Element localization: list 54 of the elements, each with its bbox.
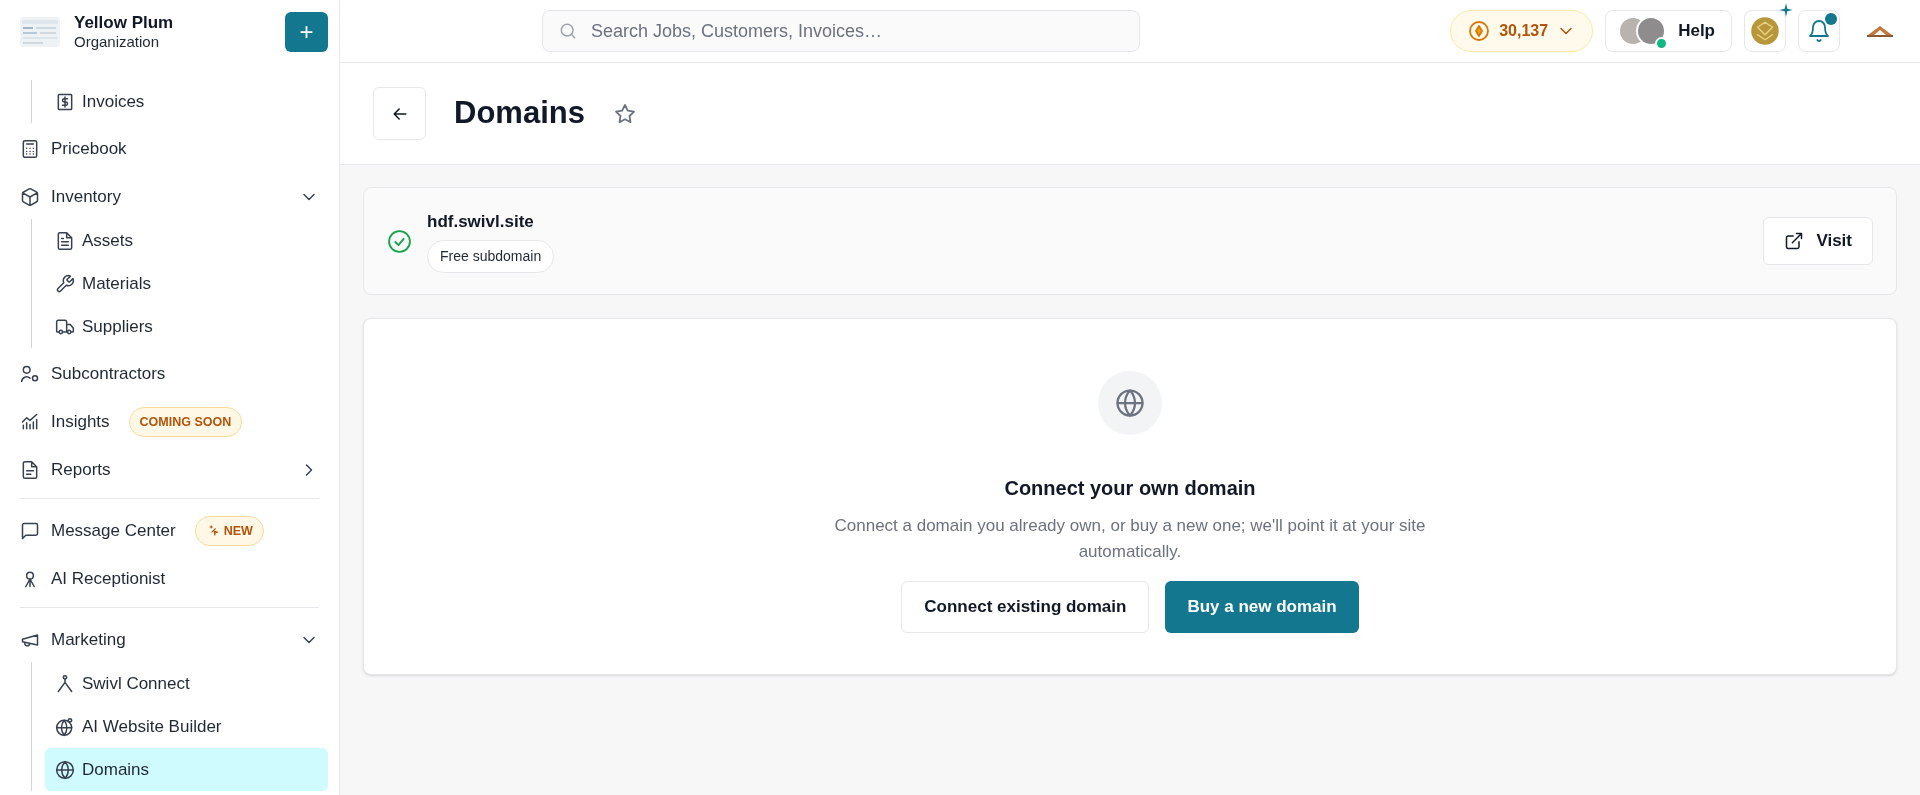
sidebar-subitem[interactable]: Swivl Connect xyxy=(45,662,328,705)
sidebar-subitem[interactable]: AI Website Builder xyxy=(45,705,328,748)
empty-state-title: Connect your own domain xyxy=(1004,476,1256,501)
coin-balance-button[interactable]: 30,137 xyxy=(1450,10,1594,52)
sidebar-item[interactable]: Marketing xyxy=(11,618,328,662)
badge: NEW xyxy=(194,516,264,546)
globe-person-icon xyxy=(55,716,75,737)
primary-button[interactable]: Buy a new domain xyxy=(1165,581,1359,633)
logo xyxy=(1864,23,1896,39)
figure-icon xyxy=(55,673,75,694)
external-link-icon xyxy=(1784,231,1805,251)
rewards-button[interactable] xyxy=(1744,10,1786,52)
sidebar-item[interactable]: Insights COMING SOON xyxy=(11,400,328,444)
add-button[interactable]: + xyxy=(285,11,328,52)
domain-name: hdf.swivl.site xyxy=(427,210,534,233)
sidebar-subitem[interactable]: Assets xyxy=(45,219,328,262)
sidebar-subitem[interactable]: Invoices xyxy=(45,80,328,123)
sidebar-subitem[interactable]: Materials xyxy=(45,262,328,305)
sidebar-item[interactable]: Subcontractors xyxy=(11,352,328,396)
calculator-icon xyxy=(20,139,40,159)
sidebar-item[interactable]: Message Center NEW xyxy=(11,509,328,553)
dollar-receipt-icon xyxy=(55,91,75,112)
help-button[interactable]: Help xyxy=(1605,10,1732,52)
wrench-icon xyxy=(55,273,75,294)
sparkle-icon xyxy=(1778,2,1794,18)
visit-button[interactable]: Visit xyxy=(1763,217,1873,265)
search-field[interactable]: Search Jobs, Customers, Invoices… xyxy=(542,10,1140,52)
person-icon xyxy=(20,364,40,384)
organization-name: Yellow Plum xyxy=(74,11,175,33)
sidebar-subitem[interactable]: Suppliers xyxy=(45,305,328,348)
sidebar-item[interactable]: Pricebook xyxy=(11,127,328,171)
secondary-button[interactable]: Connect existing domain xyxy=(901,581,1150,633)
bell-icon xyxy=(1807,19,1831,43)
organization-label: Organization xyxy=(74,32,161,52)
chart-icon xyxy=(20,412,40,432)
globe-icon xyxy=(1115,388,1145,418)
sidebar-item[interactable]: Inventory xyxy=(11,175,328,219)
domain-tag: Free subdomain xyxy=(427,240,555,274)
globe-icon xyxy=(55,759,75,780)
notifications-button[interactable] xyxy=(1798,10,1840,52)
coin-icon xyxy=(1467,19,1492,43)
star-icon[interactable] xyxy=(612,101,637,126)
document-icon xyxy=(55,230,75,251)
sidebar-item[interactable]: AI Receptionist xyxy=(11,557,328,601)
empty-state-description: Connect a domain you already own, or buy a new one; we'll point it at your site automatically. xyxy=(834,515,1426,563)
sidebar-subitem[interactable]: Domains xyxy=(45,748,328,791)
report-icon xyxy=(20,460,40,480)
sidebar-item[interactable]: Reports xyxy=(11,448,328,492)
badge: COMING SOON xyxy=(128,407,243,437)
cube-icon xyxy=(20,187,40,207)
medallion-icon xyxy=(1750,16,1780,46)
search-icon xyxy=(558,21,578,41)
page-title: Domains xyxy=(454,94,585,133)
chat-icon xyxy=(20,521,40,541)
